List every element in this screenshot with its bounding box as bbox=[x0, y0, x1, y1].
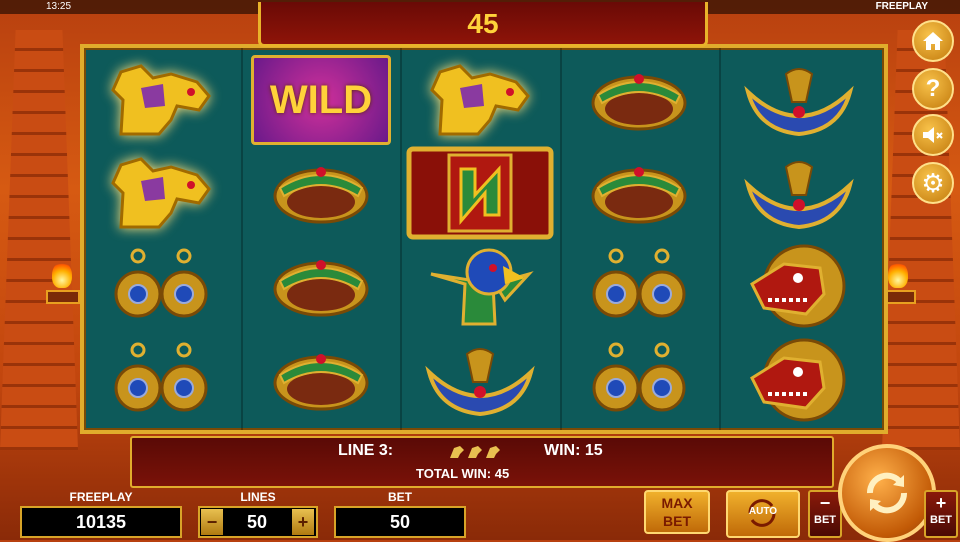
right-torch-flame bbox=[888, 262, 908, 288]
max-bet-label-bottom: BET bbox=[663, 513, 691, 529]
jaguar-symbol bbox=[405, 54, 555, 146]
bird-necklace-symbol bbox=[405, 334, 555, 426]
help-button[interactable]: ? bbox=[912, 68, 954, 110]
jaguar-symbol bbox=[86, 147, 236, 239]
sound-off-icon bbox=[923, 127, 943, 143]
reels-frame: WILD bbox=[80, 44, 888, 434]
max-bet-button[interactable]: MAX BET bbox=[644, 490, 710, 534]
clock-text: 13:25 bbox=[46, 1, 72, 12]
mode-text: FREEPLAY bbox=[875, 1, 928, 12]
spin-arrows-icon bbox=[866, 472, 908, 514]
spin-button[interactable] bbox=[838, 444, 936, 542]
bird-necklace-symbol bbox=[724, 147, 874, 239]
bet-label: BET bbox=[388, 490, 412, 504]
lines-minus-button[interactable]: − bbox=[201, 509, 223, 535]
line-win-label: WIN: 15 bbox=[544, 442, 603, 459]
freeplay-label: FREEPLAY bbox=[69, 490, 133, 504]
win-info-panel: LINE 3: WIN: 15 TOTAL WIN: 45 bbox=[130, 436, 834, 488]
earrings-symbol bbox=[86, 240, 236, 332]
settings-icon: ⚙ bbox=[921, 168, 945, 198]
line-label: LINE 3: bbox=[338, 442, 394, 459]
auto-label: AUTO bbox=[748, 506, 778, 517]
bird-necklace-symbol bbox=[724, 54, 874, 146]
bet-value: 50 bbox=[334, 506, 466, 538]
line-win-symbols bbox=[448, 444, 504, 465]
wild-label: WILD bbox=[251, 55, 391, 145]
left-pyramid bbox=[0, 30, 78, 450]
serpent-mask-symbol bbox=[724, 240, 874, 332]
settings-button[interactable]: ⚙ bbox=[912, 162, 954, 204]
left-brazier bbox=[46, 290, 80, 304]
home-icon bbox=[923, 32, 943, 50]
minus-icon: − bbox=[819, 493, 831, 513]
left-torch-flame bbox=[52, 262, 72, 288]
lines-plus-button[interactable]: + bbox=[292, 509, 314, 535]
lines-value: 50 bbox=[246, 512, 268, 532]
win-counter: 45 bbox=[258, 2, 708, 47]
ring-symbol bbox=[246, 334, 396, 426]
jaguar-symbol bbox=[86, 54, 236, 146]
help-icon: ? bbox=[925, 75, 941, 102]
ring-symbol bbox=[564, 54, 714, 146]
lines-label: LINES bbox=[240, 490, 276, 504]
scatter-symbol bbox=[405, 146, 555, 240]
reels-grid: WILD bbox=[84, 48, 884, 430]
serpent-mask-symbol bbox=[724, 334, 874, 426]
earrings-symbol bbox=[86, 334, 236, 426]
ring-symbol bbox=[246, 240, 396, 332]
sound-button[interactable] bbox=[912, 114, 954, 156]
bet-increase-label: BET bbox=[930, 514, 952, 526]
auto-spin-button[interactable]: AUTO bbox=[726, 490, 800, 538]
home-button[interactable] bbox=[912, 20, 954, 62]
total-win-label: TOTAL WIN: 45 bbox=[416, 466, 510, 481]
freeplay-balance: 10135 bbox=[20, 506, 182, 538]
ring-symbol bbox=[246, 147, 396, 239]
ring-symbol bbox=[564, 147, 714, 239]
wild-symbol: WILD bbox=[246, 54, 396, 146]
earrings-symbol bbox=[564, 334, 714, 426]
bet-decrease-label: BET bbox=[814, 514, 836, 526]
bet-increase-button[interactable]: + BET bbox=[924, 490, 958, 538]
bet-decrease-button[interactable]: − BET bbox=[808, 490, 842, 538]
earrings-symbol bbox=[564, 240, 714, 332]
max-bet-label-top: MAX bbox=[661, 495, 693, 511]
eagle-symbol bbox=[405, 240, 555, 332]
plus-icon: + bbox=[935, 493, 947, 513]
